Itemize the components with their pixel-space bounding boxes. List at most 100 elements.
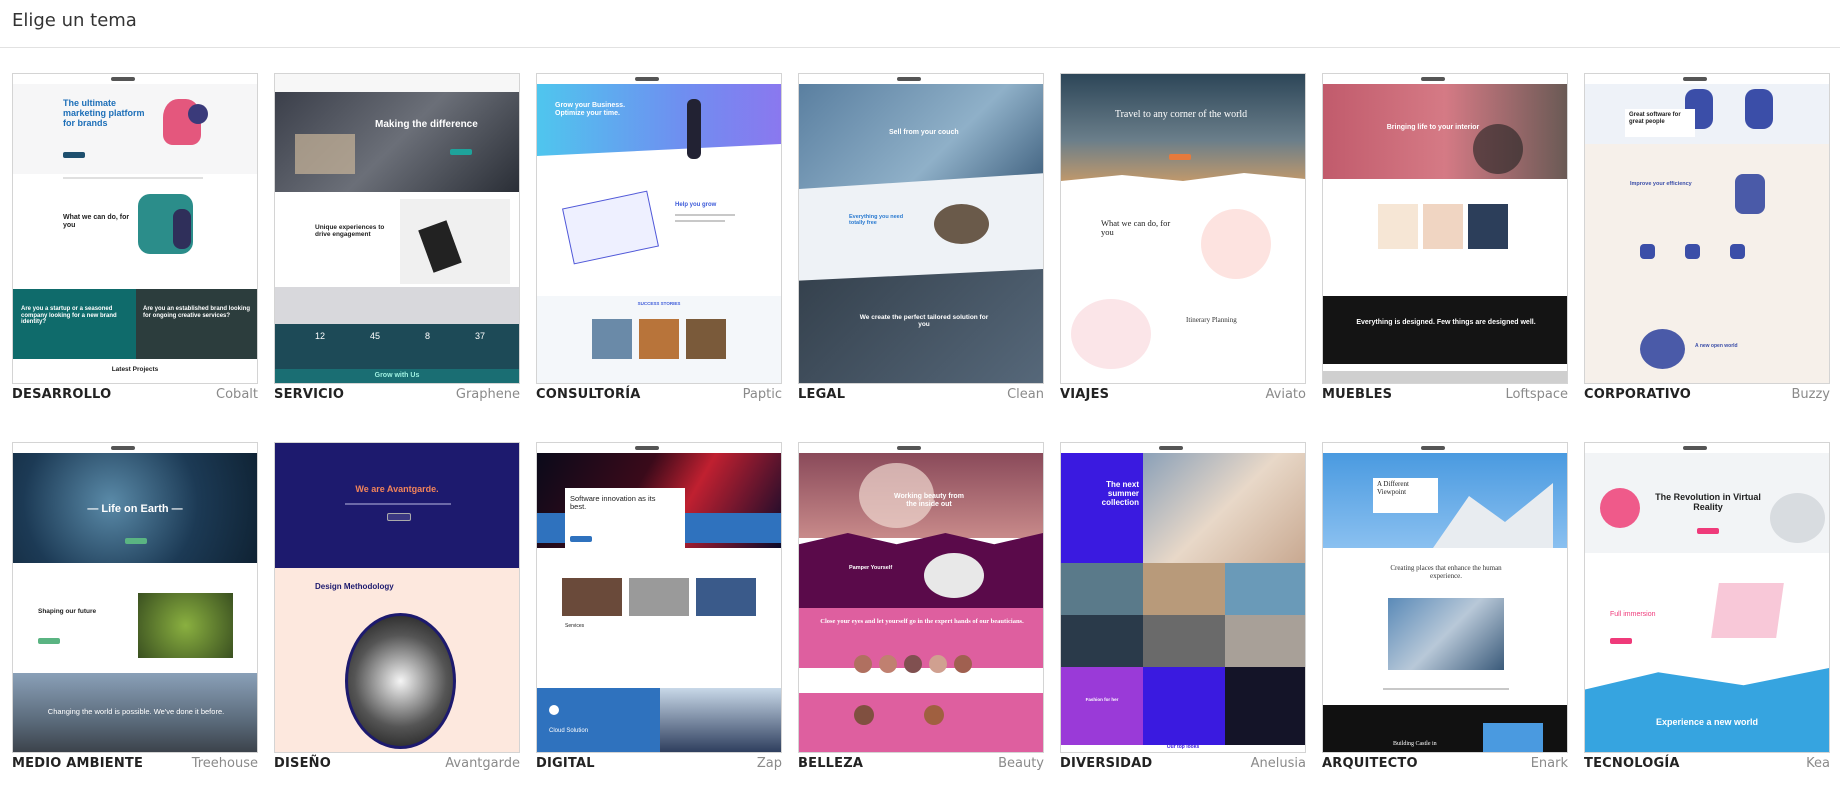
hero-title: The next summer collection — [1101, 480, 1139, 507]
hero-title: A Different Viewpoint — [1377, 480, 1409, 496]
theme-preview[interactable]: The ultimate marketing platform for bran… — [12, 73, 258, 384]
theme-category: DIVERSIDAD — [1060, 756, 1153, 771]
theme-card-paptic[interactable]: Grow your Business. Optimize your time. … — [536, 73, 782, 404]
section-title: Everything is designed. Few things are d… — [1356, 319, 1536, 326]
theme-card-treehouse[interactable]: — Life on Earth — Shaping our future Cha… — [12, 442, 258, 773]
theme-preview[interactable]: Travel to any corner of the world What w… — [1060, 73, 1306, 384]
theme-card-aviato[interactable]: Travel to any corner of the world What w… — [1060, 73, 1306, 404]
theme-name: Beauty — [998, 756, 1044, 771]
hero-title: Travel to any corner of the world — [1114, 109, 1248, 120]
section-title: Pamper Yourself — [849, 565, 893, 571]
theme-name: Aviato — [1265, 387, 1306, 402]
theme-category: DIGITAL — [536, 756, 595, 771]
theme-category: VIAJES — [1060, 387, 1110, 402]
footer-text: A new open world — [1695, 343, 1738, 349]
footer-text: Cloud Solution — [549, 728, 589, 734]
stat-value: 8 — [425, 331, 431, 341]
theme-card-loftspace[interactable]: Bringing life to your interior Everythin… — [1322, 73, 1568, 404]
section-title: Improve your efficiency — [1630, 181, 1692, 187]
theme-card-buzzy[interactable]: Great software for great people Improve … — [1584, 73, 1830, 404]
footer-text: Close your eyes and let yourself go in t… — [820, 618, 1024, 625]
theme-preview[interactable]: Sell from your couch Everything you need… — [798, 73, 1044, 384]
section-title: Full immersion — [1610, 611, 1656, 618]
theme-card-cobalt[interactable]: The ultimate marketing platform for bran… — [12, 73, 258, 404]
hero-title: Working beauty from the inside out — [894, 493, 964, 508]
theme-grid: The ultimate marketing platform for bran… — [12, 73, 1830, 773]
theme-preview[interactable]: Great software for great people Improve … — [1584, 73, 1830, 384]
theme-preview[interactable]: — Life on Earth — Shaping our future Cha… — [12, 442, 258, 753]
theme-preview[interactable]: The Revolution in Virtual Reality Full i… — [1584, 442, 1830, 753]
section-title: What we can do, for you — [63, 214, 130, 229]
section-title: Unique experiences to drive engagement — [315, 224, 385, 239]
section-title: Everything you need totally free — [849, 214, 904, 227]
theme-name: Avantgarde — [445, 756, 520, 771]
hero-title: Making the difference — [375, 119, 478, 130]
section-title: Shaping our future — [38, 608, 97, 615]
footer-text: Building Castle in — [1393, 741, 1437, 747]
theme-preview[interactable]: Grow your Business. Optimize your time. … — [536, 73, 782, 384]
footer-text: Latest Projects — [111, 366, 159, 373]
hero-title: Bringing life to your interior — [1386, 124, 1480, 131]
theme-name: Buzzy — [1791, 387, 1831, 402]
theme-card-avantgarde[interactable]: We are Avantgarde. Design Methodology DI… — [274, 442, 520, 773]
stat-value: 12 — [315, 331, 326, 341]
theme-name: Enark — [1530, 756, 1568, 771]
section-title: Help you grow — [675, 202, 717, 208]
theme-preview[interactable]: A Different Viewpoint Creating places th… — [1322, 442, 1568, 753]
panel-text: Are you a startup or a seasoned company … — [21, 306, 117, 326]
theme-category: BELLEZA — [798, 756, 864, 771]
theme-category: LEGAL — [798, 387, 846, 402]
theme-name: Zap — [756, 756, 782, 771]
theme-name: Treehouse — [191, 756, 258, 771]
theme-card-beauty[interactable]: Working beauty from the inside out Pampe… — [798, 442, 1044, 773]
theme-card-zap[interactable]: Software innovation as its best. Service… — [536, 442, 782, 773]
theme-preview[interactable]: We are Avantgarde. Design Methodology — [274, 442, 520, 753]
section-title: Services — [565, 623, 585, 629]
theme-card-clean[interactable]: Sell from your couch Everything you need… — [798, 73, 1044, 404]
theme-preview[interactable]: Making the difference Unique experiences… — [274, 73, 520, 384]
theme-category: TECNOLOGÍA — [1584, 756, 1680, 771]
section-title: Creating places that enhance the human e… — [1390, 564, 1502, 580]
theme-category: MEDIO AMBIENTE — [12, 756, 144, 771]
theme-name: Kea — [1806, 756, 1830, 771]
theme-category: SERVICIO — [274, 387, 345, 402]
hero-title: Great software for great people — [1629, 112, 1681, 125]
theme-category: MUEBLES — [1322, 387, 1393, 402]
theme-card-enark[interactable]: A Different Viewpoint Creating places th… — [1322, 442, 1568, 773]
hero-title: The Revolution in Virtual Reality — [1655, 492, 1761, 512]
theme-category: CONSULTORÍA — [536, 387, 641, 402]
panel-text: Are you an established brand looking for… — [143, 306, 251, 319]
theme-card-anelusia[interactable]: The next summer collection Fashion for h… — [1060, 442, 1306, 773]
footer-text: Experience a new world — [1655, 717, 1759, 727]
footer-text: We create the perfect tailored solution … — [859, 314, 989, 329]
footer-text: Our top looks — [1166, 744, 1200, 750]
theme-name: Cobalt — [216, 387, 258, 402]
theme-category: CORPORATIVO — [1584, 387, 1692, 402]
footer-text: Grow with Us — [374, 372, 420, 379]
hero-title: The ultimate marketing platform for bran… — [63, 98, 145, 128]
theme-category: DESARROLLO — [12, 387, 112, 402]
hero-title: — Life on Earth — — [87, 503, 183, 515]
theme-card-graphene[interactable]: Making the difference Unique experiences… — [274, 73, 520, 404]
theme-preview[interactable]: Software innovation as its best. Service… — [536, 442, 782, 753]
hero-title: Sell from your couch — [889, 129, 959, 136]
theme-name: Loftspace — [1505, 387, 1568, 402]
theme-name: Graphene — [455, 387, 520, 402]
section-title: What we can do, for you — [1101, 218, 1171, 238]
page-title: Elige un tema — [12, 10, 137, 31]
stat-value: 37 — [475, 331, 486, 341]
page-header: Elige un tema — [0, 0, 1840, 48]
theme-preview[interactable]: The next summer collection Fashion for h… — [1060, 442, 1306, 753]
theme-name: Clean — [1007, 387, 1044, 402]
footer-text: Changing the world is possible. We've do… — [47, 707, 225, 716]
theme-preview[interactable]: Working beauty from the inside out Pampe… — [798, 442, 1044, 753]
theme-preview[interactable]: Bringing life to your interior Everythin… — [1322, 73, 1568, 384]
theme-name: Paptic — [742, 387, 782, 402]
section-title: Design Methodology — [315, 582, 394, 591]
section-title: Fashion for her — [1085, 697, 1119, 702]
hero-title: Software innovation as its best. — [570, 494, 656, 512]
theme-name: Anelusia — [1250, 756, 1306, 771]
theme-card-kea[interactable]: The Revolution in Virtual Reality Full i… — [1584, 442, 1830, 773]
theme-category: ARQUITECTO — [1322, 756, 1418, 771]
footer-text: SUCCESS STORIES — [637, 301, 681, 306]
